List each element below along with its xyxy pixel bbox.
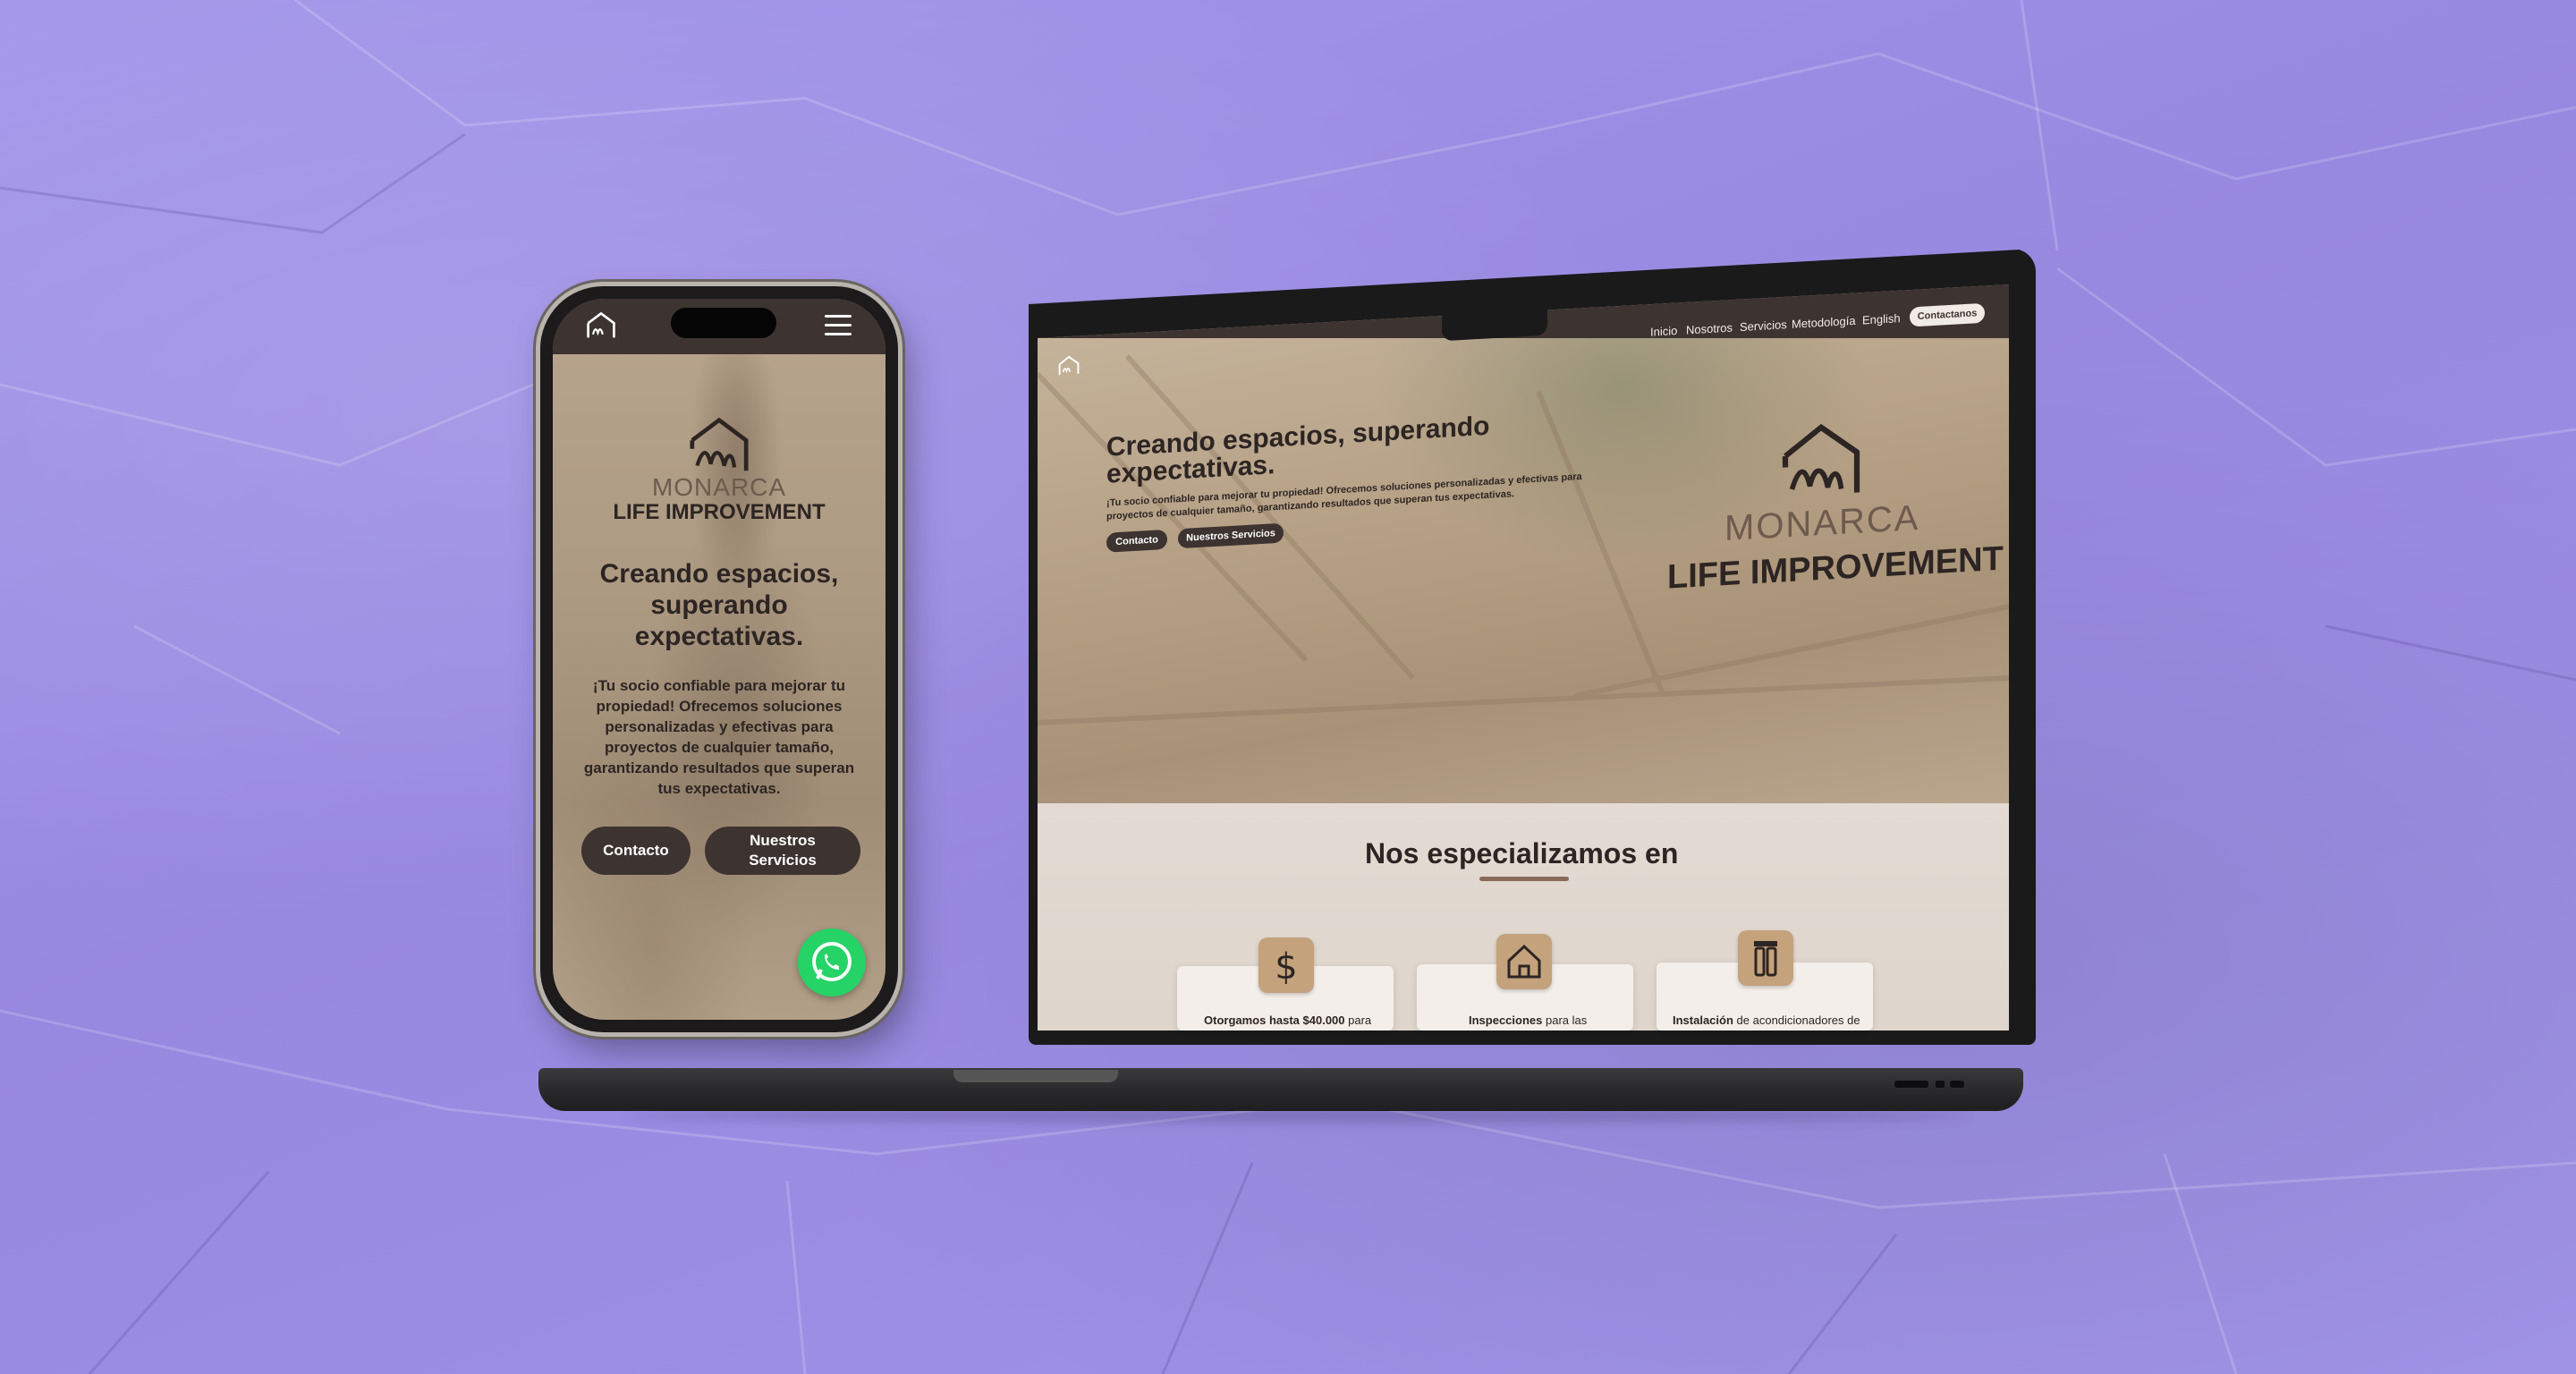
air-conditioner-icon-tile (1738, 930, 1793, 986)
phone-hero-content: MONARCA LIFE IMPROVEMENT Creando espacio… (553, 415, 886, 799)
camera-notch (1442, 293, 1547, 342)
whatsapp-icon (812, 942, 852, 981)
phone-navbar (553, 299, 886, 354)
house-icon-tile (1496, 934, 1552, 989)
air-conditioner-icon (1754, 941, 1777, 977)
nav-inicio[interactable]: Inicio (1650, 324, 1677, 339)
card-text: Otorgamos hasta $40.000 para (1204, 1014, 1372, 1027)
nav-metodologia[interactable]: Metodología (1792, 314, 1856, 331)
house-logo-icon[interactable] (1057, 353, 1080, 376)
contactanos-button[interactable]: Contactanos (1910, 302, 1985, 327)
hero-subtext: ¡Tu socio confiable para mejorar tu prop… (583, 677, 855, 797)
laptop-shadow (626, 1109, 1968, 1122)
phone-mockup: MONARCA LIFE IMPROVEMENT Creando espacio… (540, 286, 898, 1032)
services-button[interactable]: Nuestros Servicios (705, 827, 860, 875)
hamburger-menu-icon[interactable] (825, 315, 852, 336)
card-text: Inspecciones para las (1469, 1014, 1588, 1027)
house-icon (1507, 944, 1541, 979)
brand-name: MONARCA (651, 473, 787, 501)
nav-nosotros[interactable]: Nosotros (1686, 321, 1733, 337)
laptop-base (538, 1068, 2023, 1111)
laptop-hero-headline-line1: Creando espacios, superando (1106, 411, 1490, 462)
nav-servicios[interactable]: Servicios (1740, 318, 1787, 334)
laptop-ports (1894, 1081, 1964, 1088)
laptop-nav-layer: Inicio Nosotros Servicios Metodología En… (1038, 205, 2009, 597)
nav-english[interactable]: English (1862, 311, 1901, 327)
contact-button[interactable]: Contacto (581, 827, 691, 875)
hero-headline: Creando espacios, superando expectativas… (599, 559, 839, 651)
laptop-hero-headline-line2: expectativas. (1106, 450, 1275, 489)
house-logo-icon (690, 417, 749, 471)
laptop-contact-button[interactable]: Contacto (1106, 529, 1167, 553)
whatsapp-button[interactable] (798, 929, 866, 997)
laptop-base-notch (953, 1070, 1118, 1082)
svg-text:$: $ (1275, 946, 1297, 988)
card-text: Instalación de acondicionadores de (1673, 1014, 1860, 1027)
section-title: Nos especializamos en (1365, 837, 1679, 869)
dollar-icon: $ (1275, 946, 1297, 988)
section-underline (1479, 877, 1569, 881)
dollar-icon-tile: $ (1258, 937, 1314, 993)
dynamic-island (671, 308, 776, 338)
house-logo-icon[interactable] (585, 310, 617, 340)
brand-tagline: LIFE IMPROVEMENT (613, 500, 826, 524)
phone-screen: MONARCA LIFE IMPROVEMENT Creando espacio… (553, 299, 886, 1020)
house-logo-icon (1782, 423, 1860, 493)
